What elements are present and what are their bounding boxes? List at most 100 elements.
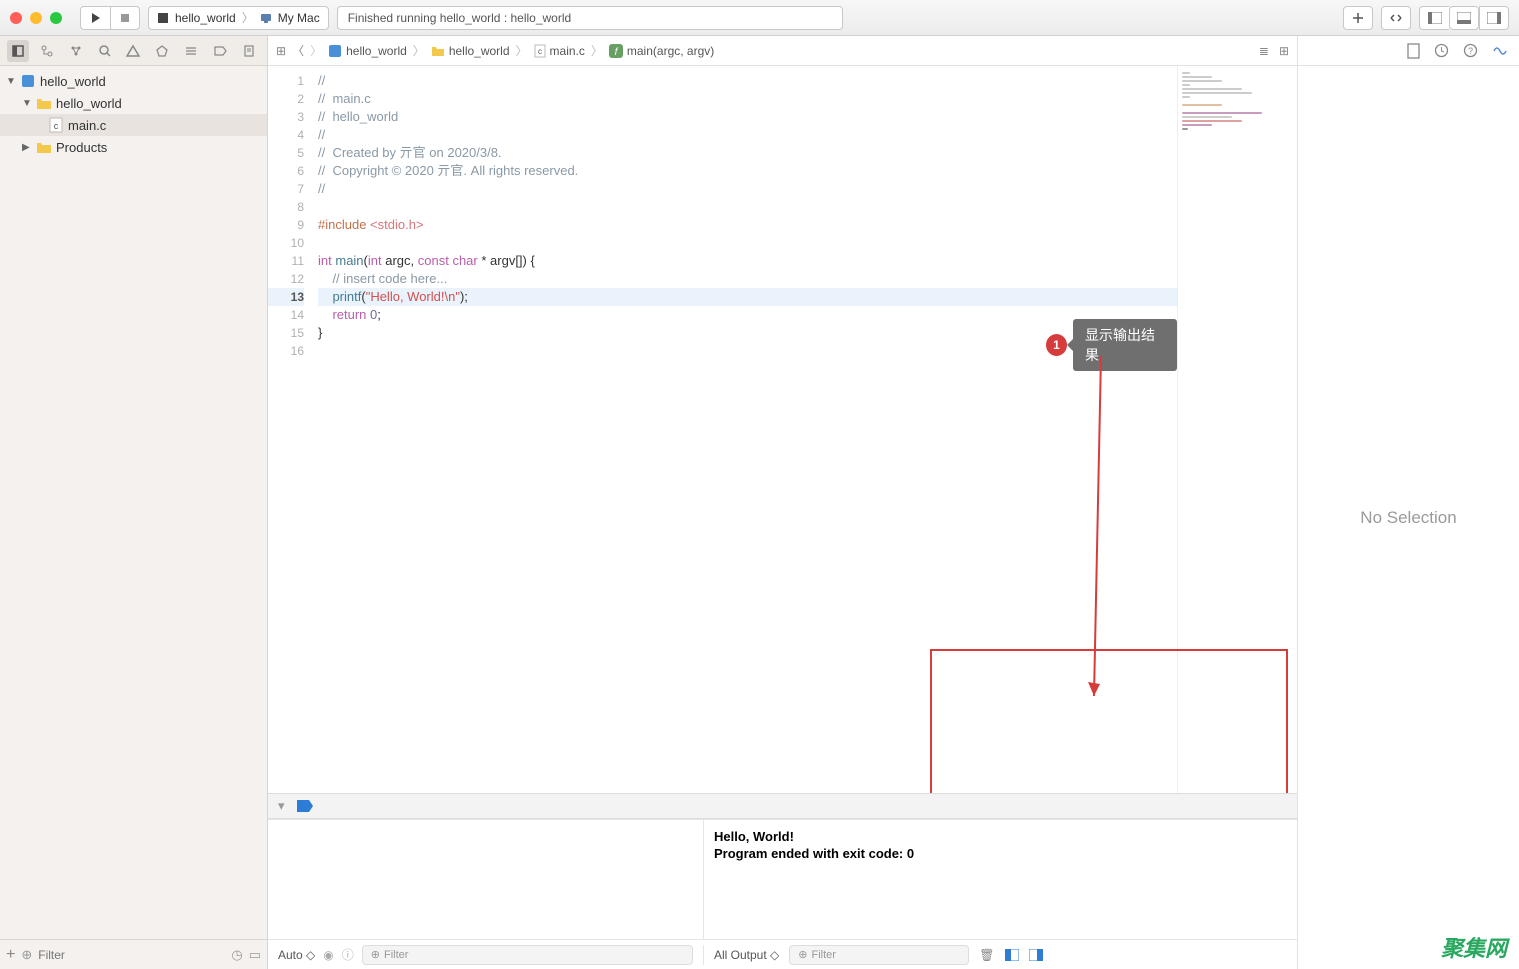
forward-button[interactable]: 〉 bbox=[310, 42, 322, 59]
disclosure-triangle-icon[interactable]: ▼ bbox=[22, 98, 32, 109]
svg-text:c: c bbox=[54, 121, 59, 131]
related-items-icon[interactable]: ⊞ bbox=[276, 44, 286, 58]
test-navigator-tab[interactable] bbox=[151, 40, 173, 62]
zoom-window-button[interactable] bbox=[50, 12, 62, 24]
filter-icon: ⊕ bbox=[371, 948, 380, 961]
destination-name: My Mac bbox=[278, 11, 320, 25]
c-file-icon: c bbox=[48, 117, 64, 133]
jump-bar-item[interactable]: hello_world bbox=[431, 44, 510, 58]
traffic-lights bbox=[10, 12, 62, 24]
panel-toggle-segment bbox=[1419, 6, 1509, 30]
filter-icon: ⊕ bbox=[798, 948, 807, 961]
console-line: Program ended with exit code: 0 bbox=[714, 845, 1287, 862]
tree-label: hello_world bbox=[40, 74, 106, 89]
svg-text:c: c bbox=[538, 47, 542, 56]
navigator-tabs bbox=[0, 36, 267, 66]
variables-filter-input[interactable]: ⊕ Filter bbox=[362, 945, 693, 965]
folder-icon bbox=[36, 139, 52, 155]
console-line: Hello, World! bbox=[714, 828, 1287, 845]
debug-console: Hello, World! Program ended with exit co… bbox=[268, 819, 1297, 939]
console-filter-input[interactable]: ⊕ Filter bbox=[789, 945, 969, 965]
jump-bar-item[interactable]: f main(argc, argv) bbox=[609, 44, 714, 58]
scm-filter-icon[interactable]: ▭ bbox=[249, 947, 261, 963]
scheme-selector[interactable]: hello_world 〉 My Mac bbox=[148, 6, 329, 30]
activity-viewer[interactable]: Finished running hello_world : hello_wor… bbox=[337, 6, 843, 30]
toggle-inspector-button[interactable] bbox=[1479, 6, 1509, 30]
c-file-icon: c bbox=[534, 44, 546, 58]
function-icon: f bbox=[609, 44, 623, 58]
recent-filter-icon[interactable]: ◷ bbox=[231, 947, 242, 963]
jump-bar: ⊞ 〈 〉 hello_world 〉 hello_world 〉 c main… bbox=[268, 36, 1297, 66]
toggle-debug-area-button[interactable] bbox=[1449, 6, 1479, 30]
auto-selector[interactable]: Auto ◇ bbox=[278, 948, 315, 962]
toggle-console-icon[interactable] bbox=[1029, 949, 1043, 961]
help-inspector-tab[interactable]: ? bbox=[1463, 43, 1478, 58]
breakpoints-toggle-icon[interactable] bbox=[297, 800, 313, 812]
no-selection-label: No Selection bbox=[1360, 508, 1456, 528]
project-tree[interactable]: ▼ hello_world ▼ hello_world c main.c ▶ P… bbox=[0, 66, 267, 939]
console-output[interactable]: Hello, World! Program ended with exit co… bbox=[704, 820, 1297, 939]
find-navigator-tab[interactable] bbox=[94, 40, 116, 62]
folder-icon bbox=[36, 95, 52, 111]
project-navigator-tab[interactable] bbox=[7, 40, 29, 62]
annotation-highlight-box bbox=[930, 649, 1288, 793]
run-stop-segment bbox=[80, 6, 140, 30]
scheme-name: hello_world bbox=[175, 11, 236, 25]
breakpoint-navigator-tab[interactable] bbox=[209, 40, 231, 62]
back-button[interactable]: 〈 bbox=[292, 42, 304, 59]
tree-group-row[interactable]: ▼ hello_world bbox=[0, 92, 267, 114]
inspector-panel: ? No Selection bbox=[1297, 36, 1519, 969]
disclosure-triangle-icon[interactable]: ▼ bbox=[6, 76, 16, 87]
jump-bar-item[interactable]: hello_world bbox=[328, 44, 407, 58]
toggle-variables-icon[interactable] bbox=[1005, 949, 1019, 961]
library-button[interactable] bbox=[1343, 6, 1373, 30]
source-editor[interactable]: 12345678910111213141516 //// main.c// he… bbox=[268, 66, 1177, 793]
mac-icon bbox=[260, 12, 272, 24]
trash-icon[interactable]: 🗑 bbox=[979, 948, 994, 962]
jump-bar-item[interactable]: c main.c bbox=[534, 44, 585, 58]
file-inspector-tab[interactable] bbox=[1407, 43, 1420, 59]
close-window-button[interactable] bbox=[10, 12, 22, 24]
tree-label: main.c bbox=[68, 118, 106, 133]
xcode-project-icon bbox=[328, 44, 342, 58]
inspector-content: No Selection bbox=[1298, 66, 1519, 969]
symbol-navigator-tab[interactable] bbox=[65, 40, 87, 62]
minimize-window-button[interactable] bbox=[30, 12, 42, 24]
eye-icon[interactable]: ◉ bbox=[323, 948, 333, 962]
folder-icon bbox=[431, 45, 445, 57]
target-icon bbox=[157, 12, 169, 24]
annotation-number-badge: 1 bbox=[1046, 334, 1067, 356]
xcode-project-icon bbox=[20, 73, 36, 89]
line-number-gutter: 12345678910111213141516 bbox=[268, 66, 312, 793]
tree-products-row[interactable]: ▶ Products bbox=[0, 136, 267, 158]
report-navigator-tab[interactable] bbox=[238, 40, 260, 62]
info-icon[interactable]: ⓘ bbox=[342, 946, 354, 963]
editor-area: ⊞ 〈 〉 hello_world 〉 hello_world 〉 c main… bbox=[268, 36, 1297, 969]
tree-label: hello_world bbox=[56, 96, 122, 111]
navigator-filter-input[interactable] bbox=[38, 948, 225, 962]
debug-navigator-tab[interactable] bbox=[180, 40, 202, 62]
tree-file-row[interactable]: c main.c bbox=[0, 114, 267, 136]
stop-button[interactable] bbox=[110, 6, 140, 30]
attributes-inspector-tab[interactable] bbox=[1492, 43, 1507, 58]
console-bottom-bar: Auto ◇ ◉ ⓘ ⊕ Filter All Output ◇ ⊕ Filte… bbox=[268, 939, 1297, 969]
run-button[interactable] bbox=[80, 6, 110, 30]
navigator-bottom-bar: + ⊕ ◷ ▭ bbox=[0, 939, 267, 969]
issue-navigator-tab[interactable] bbox=[122, 40, 144, 62]
editor-options-icon[interactable]: ≣ bbox=[1259, 44, 1269, 58]
toggle-navigator-button[interactable] bbox=[1419, 6, 1449, 30]
navigator-panel: ▼ hello_world ▼ hello_world c main.c ▶ P… bbox=[0, 36, 268, 969]
svg-text:?: ? bbox=[1468, 46, 1473, 56]
code-review-button[interactable] bbox=[1381, 6, 1411, 30]
add-icon[interactable]: + bbox=[6, 946, 15, 964]
disclosure-triangle-icon[interactable]: ▶ bbox=[22, 142, 32, 153]
window-toolbar: hello_world 〉 My Mac Finished running he… bbox=[0, 0, 1519, 36]
tree-project-row[interactable]: ▼ hello_world bbox=[0, 70, 267, 92]
history-inspector-tab[interactable] bbox=[1434, 43, 1449, 58]
variables-view[interactable] bbox=[268, 820, 704, 939]
source-control-navigator-tab[interactable] bbox=[36, 40, 58, 62]
tree-label: Products bbox=[56, 140, 107, 155]
output-selector[interactable]: All Output ◇ bbox=[714, 948, 779, 962]
add-editor-icon[interactable]: ⊞ bbox=[1279, 44, 1289, 58]
hide-debug-area-icon[interactable]: ▾ bbox=[278, 798, 285, 814]
